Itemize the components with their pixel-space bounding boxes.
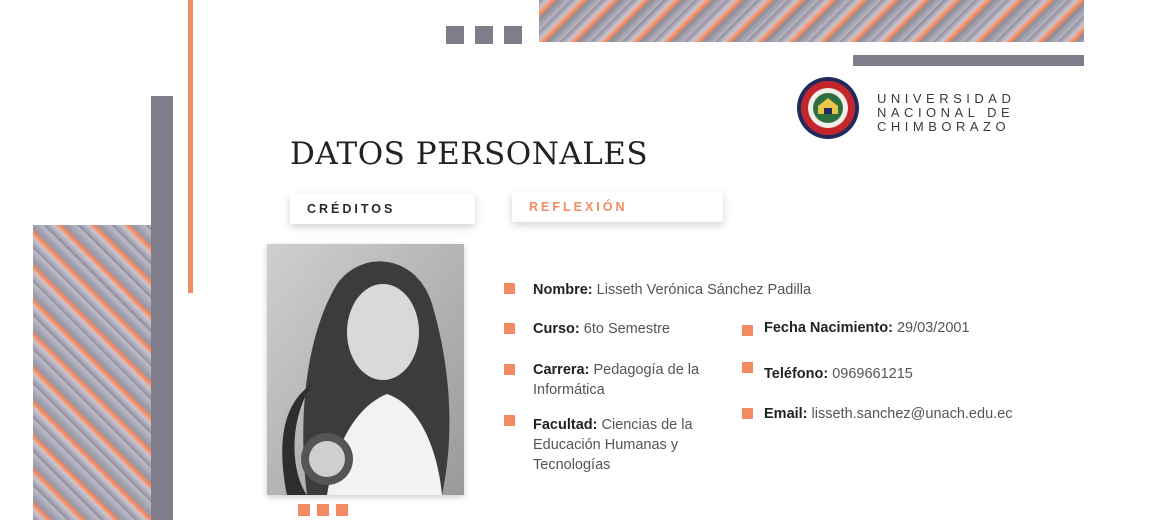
- gray-square-1: [446, 26, 464, 44]
- field-nombre: Nombre: Lisseth Verónica Sánchez Padilla: [533, 280, 833, 300]
- profile-photo: [267, 244, 464, 495]
- field-fecha-nacimiento: Fecha Nacimiento: 29/03/2001: [764, 318, 1064, 338]
- university-line-1: UNIVERSIDAD: [877, 91, 1016, 106]
- bullet-fecha: [742, 325, 753, 336]
- stripe-block-left: [33, 225, 151, 520]
- field-nombre-value: Lisseth Verónica Sánchez Padilla: [596, 282, 812, 298]
- field-email-value: lisseth.sanchez@unach.edu.ec: [811, 406, 1013, 422]
- field-fecha-label: Fecha Nacimiento:: [764, 320, 893, 336]
- tab-creditos[interactable]: CRÉDITOS: [290, 194, 475, 224]
- tab-reflexion-label: REFLEXIÓN: [529, 200, 628, 214]
- field-curso: Curso: 6to Semestre: [533, 319, 723, 339]
- field-fecha-value: 29/03/2001: [896, 320, 970, 336]
- field-curso-label: Curso:: [533, 321, 580, 337]
- gray-square-2: [475, 26, 493, 44]
- university-name: UNIVERSIDAD NACIONAL DE CHIMBORAZO: [877, 92, 1015, 134]
- tab-creditos-label: CRÉDITOS: [307, 202, 396, 216]
- gray-square-3: [504, 26, 522, 44]
- gray-bar-top: [853, 55, 1084, 66]
- stripe-banner-top: [539, 0, 1084, 42]
- field-nombre-label: Nombre:: [533, 282, 593, 298]
- university-line-3: CHIMBORAZO: [877, 119, 1011, 134]
- field-telefono-label: Teléfono:: [764, 366, 829, 382]
- field-curso-value: 6to Semestre: [583, 321, 671, 337]
- field-facultad: Facultad: Ciencias de la Educación Human…: [533, 415, 723, 475]
- field-carrera-label: Carrera:: [533, 362, 590, 378]
- field-carrera: Carrera: Pedagogía de la Informática: [533, 360, 723, 400]
- university-seal-icon: [797, 77, 859, 139]
- page-title: DATOS PERSONALES: [290, 136, 649, 172]
- tab-reflexion[interactable]: REFLEXIÓN: [512, 192, 723, 222]
- university-line-2: NACIONAL DE: [877, 105, 1015, 120]
- bullet-facultad: [504, 415, 515, 426]
- gray-vertical-bar: [151, 96, 173, 520]
- orange-square-2: [317, 504, 329, 516]
- field-email: Email: lisseth.sanchez@unach.edu.ec: [764, 404, 1084, 424]
- bullet-email: [742, 408, 753, 419]
- university-logo: [796, 76, 860, 140]
- bullet-nombre: [504, 283, 515, 294]
- orange-square-3: [336, 504, 348, 516]
- bullet-curso: [504, 323, 515, 334]
- bullet-carrera: [504, 364, 515, 375]
- orange-square-1: [298, 504, 310, 516]
- field-telefono: Teléfono: 0969661215: [764, 364, 1064, 384]
- orange-vertical-line: [188, 0, 193, 293]
- field-facultad-label: Facultad:: [533, 417, 598, 433]
- field-email-label: Email:: [764, 406, 808, 422]
- bullet-telefono: [742, 362, 753, 373]
- field-telefono-value: 0969661215: [832, 366, 913, 382]
